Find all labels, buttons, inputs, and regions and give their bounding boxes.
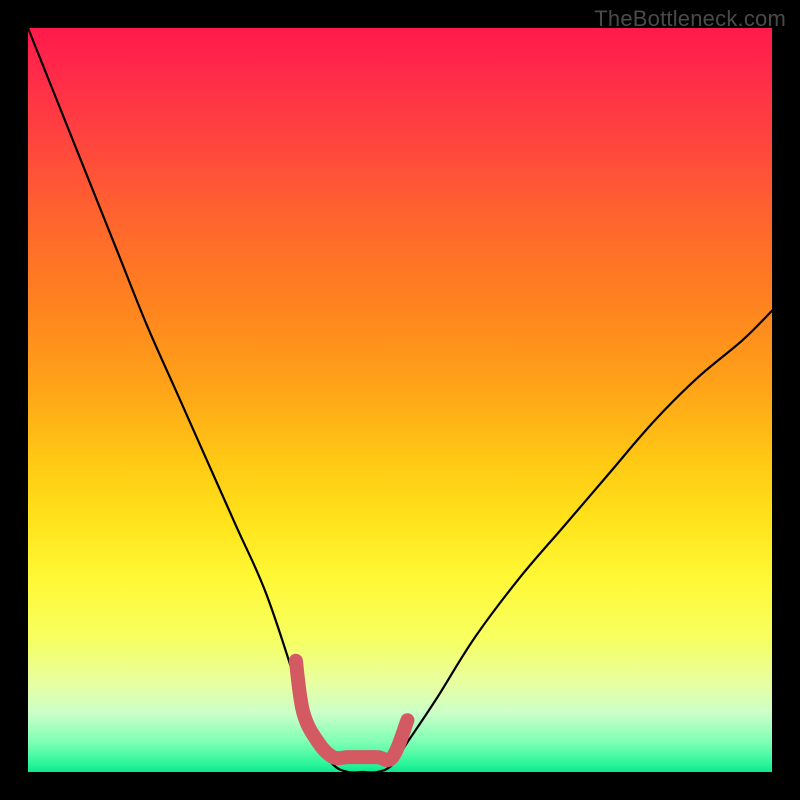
watermark-text: TheBottleneck.com [594,6,786,32]
plot-area [28,28,772,772]
chart-frame: TheBottleneck.com [0,0,800,800]
curve-layer [28,28,772,772]
bottleneck-curve [28,28,772,773]
optimal-zone-marker [296,661,408,760]
